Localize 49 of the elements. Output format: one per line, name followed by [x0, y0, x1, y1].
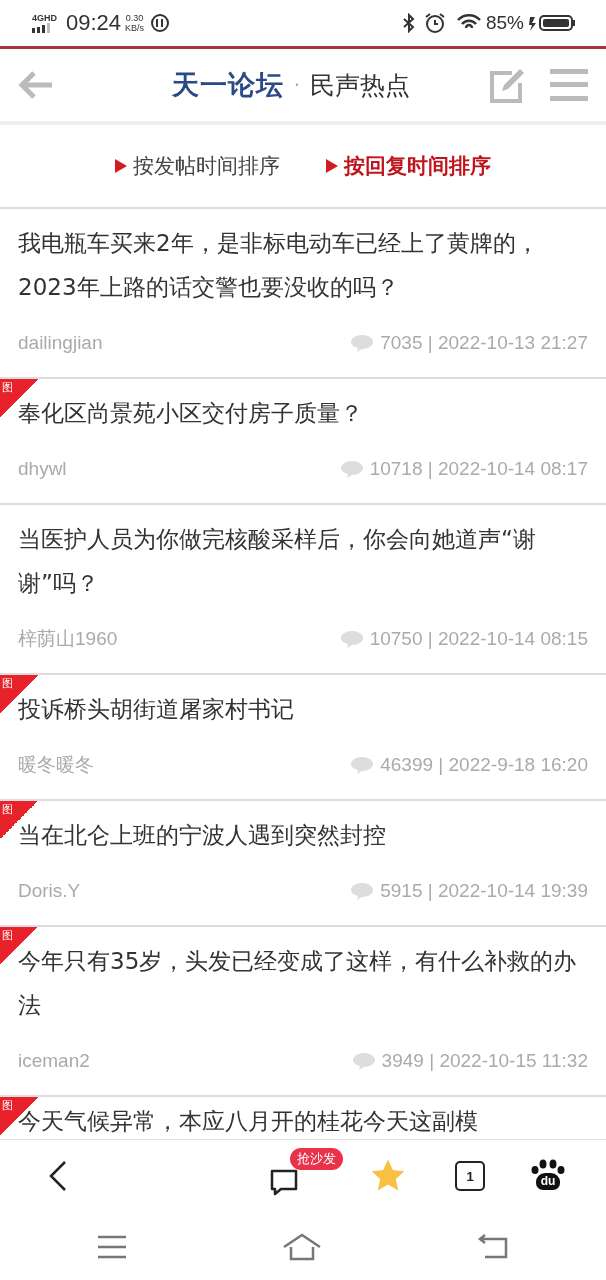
comment-icon [350, 881, 375, 901]
return-icon[interactable] [476, 1233, 509, 1261]
chevron-left-icon [48, 1160, 68, 1192]
post-author: iceman2 [18, 1050, 91, 1072]
speech-bubble-icon [268, 1168, 300, 1198]
reply-count-and-time: 5915 | 2022-10-14 19:39 [380, 880, 588, 902]
comment-icon [339, 459, 364, 479]
post-title[interactable]: 今年只有35岁，头发已经变成了这样，有什么补救的办法 [18, 939, 588, 1027]
post-title[interactable]: 当在北仑上班的宁波人遇到突然封控 [18, 813, 588, 857]
reply-count-and-time: 7035 | 2022-10-13 21:27 [380, 332, 588, 354]
sort-tab[interactable]: 按发帖时间排序 [115, 152, 280, 180]
post-title[interactable]: 当医护人员为你做完核酸采样后，你会向她道声“谢谢”吗？ [18, 517, 588, 605]
post-title[interactable]: 奉化区尚景苑小区交付房子质量？ [18, 391, 588, 435]
title-separator: · [293, 73, 301, 97]
battery-percent: 85% [485, 12, 524, 34]
post-title[interactable]: 我电瓶车买来2年，是非标电动车已经上了黄牌的，2023年上路的话交警也要没收的吗？ [18, 221, 588, 309]
clock-time: 09:24 [66, 10, 122, 36]
comment-button[interactable]: 抢沙发 [256, 1148, 348, 1204]
section-title: 民声热点 [310, 69, 411, 102]
tabs-button[interactable]: 1 [442, 1154, 498, 1198]
comment-icon [351, 1051, 376, 1071]
comment-icon [350, 333, 375, 353]
comment-icon [339, 629, 364, 649]
post-author: Doris.Y [18, 880, 82, 902]
sort-tab[interactable]: 按回复时间排序 [326, 152, 491, 180]
bluetooth-icon [401, 13, 416, 33]
reply-count-and-time: 3949 | 2022-10-15 11:32 [381, 1050, 588, 1072]
triangle-icon [326, 159, 338, 173]
post-title[interactable]: 今天气候异常，本应八月开的桂花今天这副模 [18, 1099, 588, 1139]
home-icon[interactable] [282, 1233, 322, 1261]
post-title[interactable]: 投诉桥头胡街道屠家村书记 [18, 687, 588, 731]
data-saver-icon [150, 13, 171, 33]
post-author: dhywl [18, 458, 68, 480]
logo-text: du [536, 1173, 560, 1190]
comment-icon [350, 755, 375, 775]
post-author: dailingjian [18, 332, 104, 354]
reply-count-and-time: 10718 | 2022-10-14 08:17 [369, 458, 588, 480]
forum-logo: 天一论坛 [171, 68, 284, 102]
menu-icon[interactable] [97, 1235, 128, 1259]
post-author: 暖冬暖冬 [18, 753, 95, 777]
battery-icon [528, 13, 576, 33]
network-speed: 0.30 KB/s [125, 13, 145, 33]
reply-count-and-time: 10750 | 2022-10-14 08:15 [369, 628, 588, 650]
post-author: 梓荫山1960 [18, 627, 119, 651]
triangle-icon [115, 159, 127, 173]
baidu-button[interactable]: du [520, 1154, 576, 1198]
alarm-icon [423, 12, 446, 34]
reply-count-and-time: 46399 | 2022-9-18 16:20 [380, 754, 588, 776]
paw-icon [531, 1159, 565, 1175]
